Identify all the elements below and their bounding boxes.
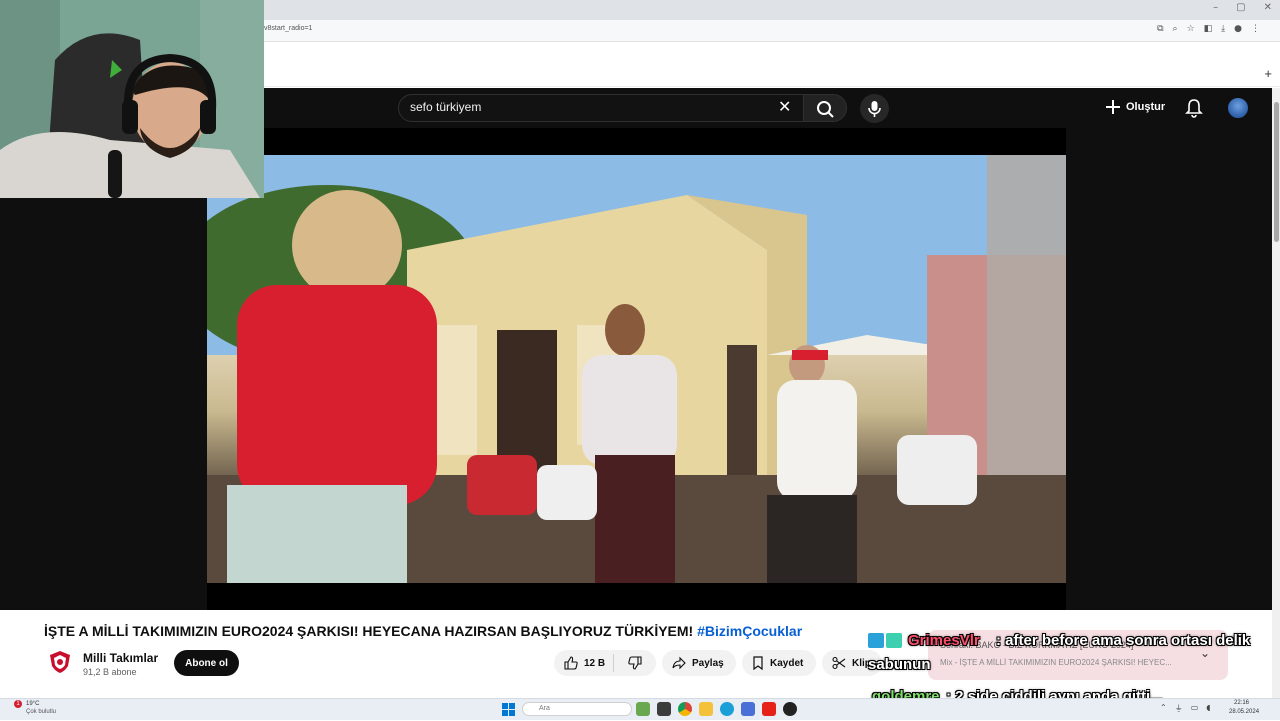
search-query[interactable]: sefo türkiyem	[410, 100, 481, 114]
plus-icon	[1106, 100, 1120, 114]
taskbar-apps	[636, 702, 797, 716]
chat-message: : after before ama sonra ortası delik	[996, 632, 1251, 649]
account-avatar[interactable]	[1226, 96, 1250, 120]
share-button[interactable]: Paylaş	[662, 650, 736, 676]
hashtag-link[interactable]: #BizimÇocuklar	[697, 623, 802, 639]
minimize-button[interactable]: –	[1213, 2, 1218, 13]
taskbar-search[interactable]: Ara	[522, 702, 632, 716]
like-button[interactable]: 12 B	[554, 654, 615, 672]
youtube-app-icon[interactable]	[762, 702, 776, 716]
video-title: İŞTE A MİLLİ TAKIMIMIZIN EURO2024 ŞARKIS…	[44, 623, 802, 639]
up-next-mix: Mix - İŞTE A MİLLİ TAKIMIMIZIN EURO2024 …	[940, 658, 1172, 667]
scrollbar-thumb[interactable]	[1274, 102, 1279, 242]
chrome-icon[interactable]	[678, 702, 692, 716]
share-label: Paylaş	[692, 657, 724, 669]
tff-crest-icon	[50, 651, 70, 673]
scissors-icon	[832, 656, 846, 670]
bookmark-star-icon[interactable]: ☆	[1187, 24, 1195, 34]
video-letterbox-bottom	[207, 583, 1066, 610]
dislike-button[interactable]	[620, 656, 652, 670]
thumbs-up-icon	[564, 656, 578, 670]
share-icon	[672, 656, 686, 670]
thumbs-down-icon	[628, 656, 642, 670]
bookmark-icon	[753, 656, 763, 670]
address-bar-icons: ⧉ ⌕ ☆ ◧ ⤓ ● ⋮	[1157, 24, 1260, 34]
widgets-icon[interactable]	[636, 702, 650, 716]
save-label: Kaydet	[770, 657, 804, 669]
maximize-button[interactable]: ▢	[1236, 2, 1245, 13]
clear-search-icon[interactable]: ✕	[778, 97, 791, 116]
extension-icon[interactable]: ◧	[1204, 24, 1213, 34]
like-dislike-group: 12 B	[554, 650, 656, 676]
task-view-icon[interactable]	[657, 702, 671, 716]
start-button[interactable]	[502, 703, 515, 721]
channel-name[interactable]: Milli Takımlar	[83, 651, 158, 665]
weather-temperature[interactable]: 19°C	[26, 701, 39, 707]
search-icon	[817, 101, 834, 118]
profile-icon[interactable]: ●	[1234, 24, 1242, 34]
close-window-button[interactable]: ✕	[1264, 2, 1272, 13]
video-letterbox-top	[264, 128, 1066, 155]
create-button[interactable]: Oluştur	[1105, 99, 1165, 115]
clock-date[interactable]: 28.05.2024	[1229, 709, 1259, 715]
badge-icon	[886, 633, 902, 648]
bell-icon	[1185, 99, 1203, 118]
usb-icon[interactable]: ⏚	[1175, 703, 1183, 714]
window-controls: – ▢ ✕	[1213, 2, 1272, 13]
like-count: 12 B	[584, 657, 606, 669]
search-button[interactable]	[803, 94, 847, 122]
subscriber-count: 91,2 B abone	[83, 667, 137, 677]
edge-icon[interactable]	[720, 702, 734, 716]
install-icon[interactable]: ⧉	[1157, 24, 1163, 34]
video-title-text: İŞTE A MİLLİ TAKIMIMIZIN EURO2024 ŞARKIS…	[44, 623, 694, 639]
windows-logo-icon	[502, 703, 515, 716]
voice-search-button[interactable]	[860, 94, 889, 123]
store-icon[interactable]	[741, 702, 755, 716]
weather-description[interactable]: Çok bulutlu	[26, 709, 56, 715]
create-label: Oluştur	[1126, 101, 1166, 113]
channel-logo[interactable]	[48, 650, 72, 674]
video-player[interactable]	[207, 155, 1066, 583]
webcam-image	[0, 0, 264, 198]
file-explorer-icon[interactable]	[699, 702, 713, 716]
side-panel	[1066, 128, 1272, 610]
badge-icon	[868, 633, 884, 648]
new-tab-button[interactable]: +	[1264, 66, 1272, 81]
menu-dots-icon[interactable]: ⋮	[1251, 24, 1260, 34]
tray-chevron-icon[interactable]: ⌃	[1160, 703, 1167, 714]
microphone-icon	[868, 101, 881, 117]
zoom-icon[interactable]: ⌕	[1173, 24, 1178, 34]
notifications-button[interactable]	[1185, 98, 1203, 123]
url-text[interactable]: v8start_radio=1	[264, 25, 312, 32]
chat-message-continued: sabunun	[868, 656, 931, 673]
system-tray: ⌃ ⏚ ▭ ◖	[1160, 703, 1210, 714]
chat-badge-icons	[868, 633, 902, 648]
subscribe-button[interactable]: Abone ol	[174, 650, 239, 676]
streamer-webcam	[0, 0, 264, 198]
network-icon[interactable]: ▭	[1191, 703, 1199, 714]
weather-alert-badge: 1	[14, 700, 22, 708]
save-button[interactable]: Kaydet	[742, 650, 816, 676]
download-icon[interactable]: ⤓	[1221, 24, 1225, 34]
volume-icon[interactable]: ◖	[1206, 703, 1210, 714]
app-icon[interactable]	[783, 702, 797, 716]
chat-username: GrimesVlr	[908, 632, 980, 649]
video-frame	[207, 155, 1066, 583]
clock-time[interactable]: 22:16	[1234, 700, 1249, 706]
